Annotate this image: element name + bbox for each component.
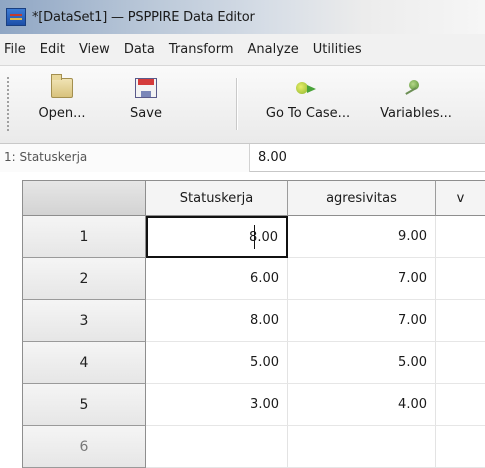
- data-cell[interactable]: 4.00: [288, 384, 436, 426]
- data-cell[interactable]: 3.00: [146, 384, 288, 426]
- row-header-6[interactable]: 6: [22, 426, 146, 468]
- data-grid: Statuskerja agresivitas v 1 8.00 9.00 2 …: [22, 180, 485, 468]
- data-cell[interactable]: 9.00: [288, 216, 436, 258]
- menu-view[interactable]: View: [79, 42, 110, 57]
- go-to-case-button[interactable]: Go To Case...: [250, 74, 366, 134]
- row-header-4[interactable]: 4: [22, 342, 146, 384]
- data-cell[interactable]: [436, 426, 485, 468]
- data-cell-active[interactable]: 8.00: [146, 216, 288, 258]
- cell-reference: 1: Statuskerja: [0, 144, 250, 172]
- menu-bar: File Edit View Data Transform Analyze Ut…: [0, 34, 485, 66]
- data-cell[interactable]: [436, 384, 485, 426]
- save-label: Save: [130, 106, 162, 121]
- grid-corner[interactable]: [22, 180, 146, 216]
- data-cell[interactable]: [288, 426, 436, 468]
- save-button[interactable]: Save: [110, 74, 182, 134]
- open-button[interactable]: Open...: [24, 74, 100, 134]
- app-icon: [6, 8, 26, 26]
- text-cursor: [254, 225, 255, 249]
- variables-label: Variables...: [380, 106, 452, 121]
- row-header-3[interactable]: 3: [22, 300, 146, 342]
- variables-icon: [405, 78, 427, 98]
- data-cell[interactable]: 8.00: [146, 300, 288, 342]
- go-to-case-label: Go To Case...: [265, 106, 351, 121]
- data-cell[interactable]: [436, 342, 485, 384]
- toolbar: Open... Save Go To Case... Variables...: [0, 66, 485, 144]
- menu-data[interactable]: Data: [124, 42, 155, 57]
- toolbar-separator: [236, 78, 237, 130]
- menu-transform[interactable]: Transform: [169, 42, 234, 57]
- title-bar: *[DataSet1] — PSPPIRE Data Editor: [0, 0, 485, 34]
- column-header-v[interactable]: v: [436, 180, 485, 216]
- window-title: *[DataSet1] — PSPPIRE Data Editor: [32, 9, 255, 25]
- menu-analyze[interactable]: Analyze: [248, 42, 299, 57]
- cell-info-bar: 1: Statuskerja 8.00: [0, 144, 485, 172]
- column-header-agresivitas[interactable]: agresivitas: [288, 180, 436, 216]
- data-cell[interactable]: 7.00: [288, 258, 436, 300]
- cell-value-field[interactable]: 8.00: [258, 150, 287, 165]
- floppy-disk-icon: [135, 78, 157, 98]
- menu-utilities[interactable]: Utilities: [313, 42, 362, 57]
- toolbar-grip[interactable]: [6, 76, 10, 132]
- row-header-1[interactable]: 1: [22, 216, 146, 258]
- row-header-2[interactable]: 2: [22, 258, 146, 300]
- data-cell[interactable]: [146, 426, 288, 468]
- data-cell[interactable]: 7.00: [288, 300, 436, 342]
- data-cell[interactable]: 5.00: [146, 342, 288, 384]
- variables-button[interactable]: Variables...: [366, 74, 466, 134]
- menu-file[interactable]: File: [4, 42, 26, 57]
- data-cell[interactable]: 6.00: [146, 258, 288, 300]
- data-cell[interactable]: [436, 300, 485, 342]
- row-header-5[interactable]: 5: [22, 384, 146, 426]
- data-cell[interactable]: 5.00: [288, 342, 436, 384]
- data-cell[interactable]: [436, 216, 485, 258]
- folder-open-icon: [51, 74, 73, 98]
- open-label: Open...: [38, 106, 86, 121]
- data-cell[interactable]: [436, 258, 485, 300]
- go-to-case-icon: [296, 78, 320, 98]
- menu-edit[interactable]: Edit: [40, 42, 65, 57]
- column-header-statuskerja[interactable]: Statuskerja: [146, 180, 288, 216]
